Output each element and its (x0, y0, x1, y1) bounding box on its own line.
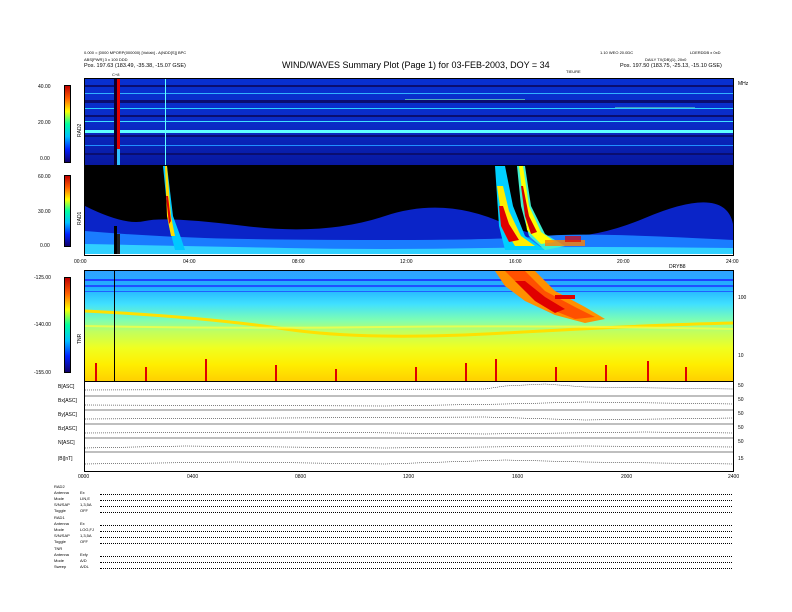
rad1-colorbar (64, 175, 71, 247)
header-left-line2: ABS[PWR] 3 x 100 DDD (84, 57, 128, 62)
tnr-cbar-tick-bot: -155.00 (34, 370, 51, 376)
line-panels (84, 382, 734, 472)
header-right-line1: 1.10 WEO 20.0DC (600, 50, 634, 55)
footer-rad2-row-1-val: LIN,E (80, 496, 91, 501)
rad2-right-label: MHz (738, 81, 749, 87)
tnr-right-tick-100: 100 (738, 295, 747, 301)
footer-rad2-row-3-val: OFF (80, 508, 88, 513)
tnr-cbar-tick-top: -125.00 (34, 275, 51, 281)
footer-rad1-row-0-key: Antenna (54, 521, 69, 526)
footer-tnr-row-2-val: A/DL (80, 564, 89, 569)
line-right-tick-bmag: 15 (738, 456, 744, 462)
tnr-spectrogram (84, 270, 734, 382)
line-label-b: B[ASC] (58, 384, 75, 390)
rad1-xtick-2: 08:00 (292, 259, 305, 265)
line-xtick-2: 0800 (295, 474, 307, 480)
rad1-image (85, 166, 733, 254)
line-xtick-0: 0000 (78, 474, 90, 480)
rad2-cbar-tick-bot: 0.00 (40, 156, 50, 162)
line-xtick-6: 2400 (728, 474, 740, 480)
top-marker: C+8 (112, 72, 120, 77)
rad2-image (85, 79, 733, 165)
rad1-spectrogram (84, 166, 734, 256)
line-right-tick-bz: 50 (738, 425, 744, 431)
footer-rad2-row-0-key: Antenna (54, 490, 69, 495)
footer-rad2-row-2-val: 1,3,5A (80, 502, 92, 507)
line-label-by: By[ASC] (58, 412, 77, 418)
line-xtick-4: 1600 (512, 474, 524, 480)
rad1-ylabel: RAD1 (77, 211, 83, 225)
rad1-xtick-1: 04:00 (183, 259, 196, 265)
footer-tnr-row-0-key: Antenna (54, 552, 69, 557)
tnr-image (85, 271, 733, 381)
tnr-cbar-tick-mid: -140.00 (34, 322, 51, 328)
line-right-tick-by: 50 (738, 411, 744, 417)
line-label-bx: Bx[ASC] (58, 398, 77, 404)
footer-tnr-row-1-val: A/D (80, 558, 87, 563)
line-panels-svg (85, 383, 733, 465)
rad2-cbar-tick-mid: 20.00 (38, 120, 51, 126)
rad1-xtick-4: 16:00 (509, 259, 522, 265)
footer-rad1-row-2-key: S/N/SAP (54, 533, 70, 538)
rad1-xtick-5: 20:00 (617, 259, 630, 265)
line-xtick-3: 1200 (403, 474, 415, 480)
header-right-line2: DAILY TX(DB)(1), 20x0 (645, 57, 687, 62)
rad1-cbar-tick-bot: 0.00 (40, 243, 50, 249)
line-xtick-5: 2000 (621, 474, 633, 480)
footer-rad1-row-2-val: 1,3,5A (80, 533, 92, 538)
top-mid-label: TIEURE (566, 69, 581, 74)
footer-tnr-row-2-key: Sweep (54, 564, 67, 569)
rad1-xtick-6: 24:00 (726, 259, 739, 265)
rad2-colorbar (64, 85, 71, 163)
footer-rad1-row-1-key: Mode (54, 527, 65, 532)
footer-rad2-title: RAD2 (54, 484, 65, 489)
footer-tnr-title: TNR (54, 546, 63, 551)
rad1-xtick-3: 12:00 (400, 259, 413, 265)
footer-rad2-row-0-val: Ex (80, 490, 85, 495)
line-xtick-1: 0400 (187, 474, 199, 480)
footer-rad1-row-3-val: OFF (80, 539, 88, 544)
rad1-cbar-tick-mid: 30.00 (38, 209, 51, 215)
footer-rad1-row-0-val: Ex (80, 521, 85, 526)
line-label-bz: Bz[ASC] (58, 426, 77, 432)
header-right-pos: Pos. 197.50 (183.75, -25.13, -15.10 GSE) (620, 63, 722, 69)
footer-rad2-row-3-key: Toggle (54, 508, 66, 513)
rad1-xtick-0: 00:00 (74, 259, 87, 265)
footer-rad1-row-1-val: LOG,FJ (80, 527, 95, 532)
line-right-tick-bx: 50 (738, 397, 744, 403)
line-right-tick-n: 50 (738, 439, 744, 445)
footer-tnr-row-0-val: Exfy (80, 552, 88, 557)
line-label-bmag: |B|[nT] (58, 456, 73, 462)
tnr-right-tick-10: 10 (738, 353, 744, 359)
footer-rad2-row-2-key: S/N/SAP (54, 502, 70, 507)
rad2-cbar-tick-top: 40.00 (38, 84, 51, 90)
footer-rad1-row-3-key: Toggle (54, 539, 66, 544)
rad1-cbar-tick-top: 60.00 (38, 174, 51, 180)
footer-rad2-row-1-key: Mode (54, 496, 65, 501)
header-left-pos: Pos. 197.63 (183.49, -35.38, -15.07 GSE) (84, 63, 186, 69)
plot-title: WIND/WAVES Summary Plot (Page 1) for 03-… (282, 60, 550, 70)
header-left-line1: 0.000 = [0000 MPORP(000000) [Vol/ab] - A… (84, 50, 187, 55)
tnr-colorbar (64, 277, 71, 373)
tnr-ylabel: TNR (77, 333, 83, 344)
rad2-spectrogram (84, 78, 734, 166)
line-label-n: N[ASC] (58, 440, 75, 446)
rad2-ylabel: RAD2 (77, 123, 83, 137)
footer-tnr-row-1-key: Mode (54, 558, 65, 563)
header-right-line1b: LDERDDB x 0xD (690, 50, 721, 55)
footer-rad1-title: RAD1 (54, 515, 65, 520)
line-right-tick-b: 50 (738, 383, 744, 389)
